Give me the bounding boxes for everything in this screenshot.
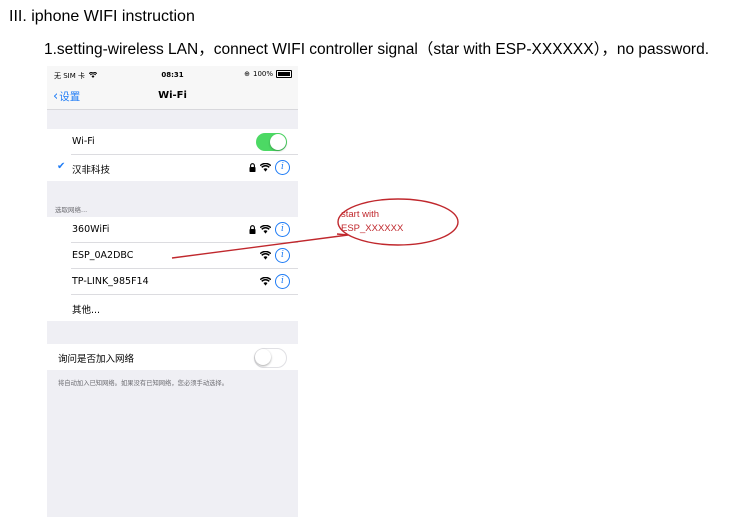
checkmark-icon: ✔	[57, 161, 66, 172]
connected-network-row[interactable]: ✔ 汉非科技 i	[47, 155, 298, 181]
wifi-icon	[260, 163, 271, 172]
iphone-screenshot: 无 SIM 卡 08:31 ⊕ 100% ‹ 设置 Wi-Fi Wi-Fi ✔ …	[47, 66, 298, 517]
wifi-toggle-label: Wi-Fi	[72, 136, 95, 147]
info-icon[interactable]: i	[275, 274, 290, 289]
ask-to-join-row: 询问是否加入网络	[47, 344, 298, 370]
battery-icon	[276, 70, 292, 78]
network-row-tplink[interactable]: TP-LINK_985F14 i	[47, 269, 298, 295]
status-bar: 无 SIM 卡 08:31 ⊕ 100%	[47, 66, 298, 84]
network-row-esp[interactable]: ESP_0A2DBC i	[47, 243, 298, 269]
wifi-icon	[260, 225, 271, 234]
network-name: 汉非科技	[72, 165, 111, 176]
page-title: Wi-Fi	[158, 90, 187, 101]
info-icon[interactable]: i	[275, 160, 290, 175]
toggle-knob	[270, 134, 286, 150]
network-name: TP-LINK_985F14	[72, 276, 149, 287]
info-icon[interactable]: i	[275, 222, 290, 237]
lock-icon	[249, 163, 256, 172]
network-row-360wifi[interactable]: 360WiFi i	[47, 217, 298, 243]
lock-icon	[249, 225, 256, 234]
network-name: 其他...	[72, 305, 101, 316]
toggle-knob	[255, 349, 271, 365]
navigation-bar: ‹ 设置 Wi-Fi	[47, 84, 298, 110]
wifi-toggle-switch[interactable]	[256, 133, 287, 151]
battery-percent: 100%	[252, 70, 273, 78]
instruction-text: 1.setting-wireless LAN，connect WIFI cont…	[44, 41, 710, 58]
wifi-toggle-row: Wi-Fi	[47, 129, 298, 155]
network-name: 360WiFi	[72, 224, 110, 235]
callout-line-1: start with	[341, 209, 380, 220]
wifi-icon	[260, 251, 271, 260]
rotation-lock-icon: ⊕	[244, 70, 250, 78]
callout-line-2: ESP_XXXXXX	[341, 223, 404, 234]
network-row-other[interactable]: 其他...	[47, 295, 298, 321]
callout-text: start with ESP_XXXXXX	[341, 208, 403, 236]
info-icon[interactable]: i	[275, 248, 290, 263]
wifi-icon	[260, 277, 271, 286]
ask-to-join-label: 询问是否加入网络	[58, 354, 135, 365]
networks-section-header: 选取网络...	[55, 206, 88, 214]
ask-to-join-note: 将自动加入已知网络。如果没有已知网络，您必须手动选择。	[58, 380, 229, 387]
document-heading: III. iphone WIFI instruction	[9, 8, 195, 25]
network-name: ESP_0A2DBC	[72, 250, 134, 261]
ask-to-join-toggle[interactable]	[254, 348, 287, 368]
